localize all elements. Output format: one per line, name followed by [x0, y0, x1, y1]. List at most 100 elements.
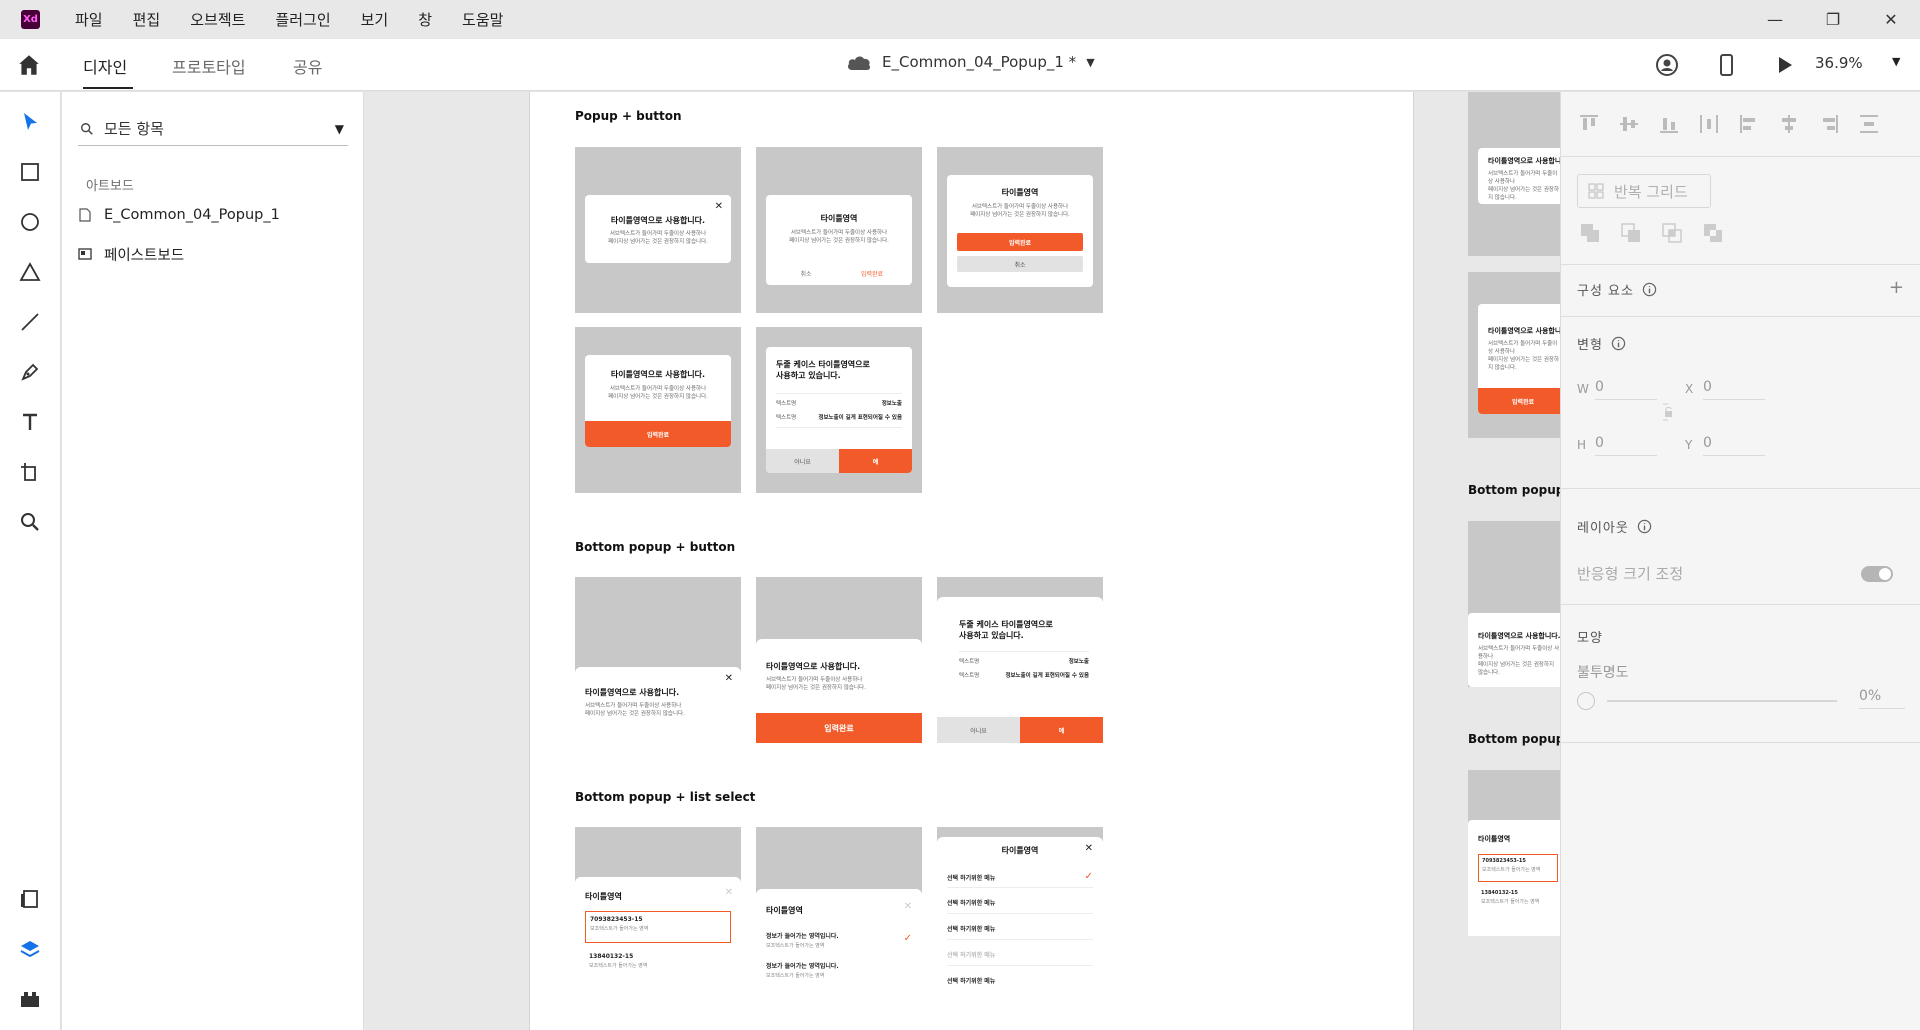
- popup-body: 서브텍스트가 들어가며 두줄이상 사용하나 페이지상 넘어가는 것은 권장하지 않…: [608, 386, 708, 400]
- layers-search[interactable]: 모든 항목 ▼: [78, 112, 348, 146]
- distribute-horizontal-icon[interactable]: [1697, 112, 1721, 136]
- responsive-resize-toggle[interactable]: [1861, 566, 1893, 582]
- list-item-selected: 7093823453-15 보조텍스트가 들어가는 영역: [585, 911, 731, 943]
- info-icon[interactable]: [1637, 519, 1652, 534]
- design-canvas[interactable]: Popup + button 타이틀영역으로 사용합니다. 서브텍스트가 들어가…: [364, 92, 1560, 1030]
- menu-edit[interactable]: 편집: [133, 9, 161, 30]
- side-section-title: Bottom popup +: [1468, 483, 1560, 497]
- menu-help[interactable]: 도움말: [462, 9, 503, 30]
- y-field[interactable]: 0: [1703, 435, 1765, 456]
- layer-artboard-item[interactable]: E_Common_04_Popup_1: [78, 201, 280, 229]
- bottom-popup-thumb-two-line[interactable]: 두줄 케이스 타이틀영역으로 사용하고 있습니다. 텍스트명 정보노출 텍스트명 정보…: [937, 577, 1103, 743]
- side-section-title: Bottom popup +: [1468, 732, 1560, 746]
- tab-design[interactable]: 디자인: [83, 54, 127, 78]
- close-icon: ✕: [1084, 843, 1093, 854]
- zoom-level[interactable]: 36.9%: [1815, 54, 1863, 72]
- home-icon[interactable]: [16, 52, 42, 78]
- width-field[interactable]: 0: [1595, 379, 1657, 400]
- layer-pasteboard-item[interactable]: 페이스트보드: [78, 240, 184, 268]
- artboard-tool-icon[interactable]: [18, 460, 42, 484]
- appearance-heading: 모양: [1577, 631, 1603, 646]
- boolean-subtract-icon[interactable]: [1620, 222, 1642, 244]
- search-filter-label: 모든 항목: [104, 120, 164, 138]
- list-item: 선택 하기위한 메뉴: [947, 978, 996, 985]
- artboard[interactable]: Popup + button 타이틀영역으로 사용합니다. 서브텍스트가 들어가…: [529, 92, 1414, 1030]
- ellipse-tool-icon[interactable]: [18, 210, 42, 234]
- align-bottom-icon[interactable]: [1657, 112, 1681, 136]
- side-artboard-thumb[interactable]: 타이틀영역으로 사용합니다. 서브텍스트가 들어가며 두줄이상 사용하나페이지상…: [1468, 521, 1560, 687]
- side-artboard-thumb[interactable]: 타이틀영역으로 사용합니다. 서브텍스트가 들어가며 두줄이상 사용하나페이지상…: [1468, 272, 1560, 438]
- confirm-button: 입력완료: [585, 421, 731, 447]
- menu-file[interactable]: 파일: [75, 9, 103, 30]
- boolean-exclude-icon[interactable]: [1702, 222, 1724, 244]
- close-button[interactable]: ✕: [1862, 0, 1920, 39]
- list-item-selected: 7093823453-15 보조텍스트가 들어가는 영역: [1478, 854, 1558, 882]
- opacity-slider-knob[interactable]: [1577, 692, 1595, 710]
- cancel-text-button: 취소: [800, 270, 812, 278]
- align-top-icon[interactable]: [1577, 112, 1601, 136]
- chevron-down-icon[interactable]: ▼: [335, 122, 344, 136]
- bottom-popup-thumb-close[interactable]: 타이틀영역으로 사용합니다. 서브텍스트가 들어가며 두줄이상 사용하나 페이지상…: [575, 577, 741, 743]
- bottom-popup-thumb-button[interactable]: 타이틀영역으로 사용합니다. 서브텍스트가 들어가며 두줄이상 사용하나 페이지상…: [756, 577, 922, 743]
- restore-button[interactable]: ❐: [1804, 0, 1862, 39]
- repeat-grid-button[interactable]: 반복 그리드: [1577, 174, 1711, 208]
- popup-thumb-text-buttons[interactable]: 타이틀영역 서브텍스트가 들어가며 두줄이상 사용하나 페이지상 넘어가는 것은 …: [756, 147, 922, 313]
- select-tool-icon[interactable]: [18, 110, 42, 134]
- document-title-dropdown[interactable]: E_Common_04_Popup_1 * ▼: [846, 53, 1095, 71]
- popup-card: 타이틀영역으로 사용합니다. 서브텍스트가 들어가며 두줄이상 사용하나페이지상…: [1478, 148, 1560, 204]
- distribute-vertical-icon[interactable]: [1857, 112, 1881, 136]
- x-field[interactable]: 0: [1703, 379, 1765, 400]
- rectangle-tool-icon[interactable]: [18, 160, 42, 184]
- boolean-intersect-icon[interactable]: [1661, 222, 1683, 244]
- transform-heading: 변형: [1577, 334, 1626, 353]
- align-right-icon[interactable]: [1817, 112, 1841, 136]
- line-tool-icon[interactable]: [18, 310, 42, 334]
- play-icon[interactable]: [1772, 53, 1796, 77]
- align-toolbar: [1577, 112, 1897, 136]
- align-left-icon[interactable]: [1737, 112, 1761, 136]
- list-popup-thumb-1[interactable]: 타이틀영역 ✕ 7093823453-15 보조텍스트가 들어가는 영역 1384…: [575, 827, 741, 993]
- layers-panel-icon[interactable]: [18, 937, 42, 961]
- add-component-icon[interactable]: +: [1889, 277, 1904, 298]
- list-popup-thumb-2[interactable]: 타이틀영역 ✕ 정보가 들어가는 영역입니다. 보조텍스트가 들어가는 영역 ✓ …: [756, 827, 922, 993]
- info-icon[interactable]: [1611, 336, 1626, 351]
- minimize-button[interactable]: —: [1746, 0, 1804, 39]
- list-popup-thumb-3[interactable]: 타이틀영역 ✕ 선택 하기위한 메뉴 ✓ 선택 하기위한 메뉴 선택 하기위한 …: [937, 827, 1103, 993]
- divider: [947, 913, 1093, 914]
- lock-aspect-icon[interactable]: [1661, 402, 1675, 422]
- user-share-icon[interactable]: [1655, 53, 1679, 77]
- text-tool-icon[interactable]: [18, 410, 42, 434]
- polygon-tool-icon[interactable]: [18, 260, 42, 284]
- popup-title: 타이틀영역으로 사용합니다.: [610, 370, 706, 379]
- info-icon[interactable]: [1642, 282, 1657, 297]
- layer-label: E_Common_04_Popup_1: [104, 207, 280, 223]
- menu-object[interactable]: 오브젝트: [190, 9, 245, 30]
- device-preview-icon[interactable]: [1714, 53, 1738, 77]
- divider: [947, 965, 1093, 966]
- menu-plugin[interactable]: 플러그인: [275, 9, 330, 30]
- assets-panel-icon[interactable]: [18, 887, 42, 911]
- boolean-add-icon[interactable]: [1579, 222, 1601, 244]
- zoom-tool-icon[interactable]: [18, 510, 42, 534]
- height-field[interactable]: 0: [1595, 435, 1657, 456]
- tab-prototype[interactable]: 프로토타입: [172, 54, 246, 78]
- side-artboard-thumb[interactable]: 타이틀영역으로 사용합니다. 서브텍스트가 들어가며 두줄이상 사용하나페이지상…: [1468, 92, 1560, 256]
- check-icon: ✓: [1084, 871, 1093, 882]
- menu-view[interactable]: 보기: [361, 9, 389, 30]
- align-center-icon[interactable]: [1777, 112, 1801, 136]
- popup-thumb-close[interactable]: 타이틀영역으로 사용합니다. 서브텍스트가 들어가며 두줄이상 사용하나 페이지상…: [575, 147, 741, 313]
- chevron-down-icon[interactable]: ▼: [1892, 55, 1900, 68]
- popup-thumb-full-button[interactable]: 타이틀영역으로 사용합니다. 서브텍스트가 들어가며 두줄이상 사용하나 페이지상…: [575, 327, 741, 493]
- cancel-button: 취소: [957, 256, 1083, 272]
- opacity-slider-track[interactable]: [1607, 700, 1837, 702]
- plugins-panel-icon[interactable]: [18, 987, 42, 1011]
- popup-thumb-stacked-buttons[interactable]: 타이틀영역 서브텍스트가 들어가며 두줄이상 사용하나 페이지상 넘어가는 것은 …: [937, 147, 1103, 313]
- align-middle-icon[interactable]: [1617, 112, 1641, 136]
- opacity-field[interactable]: 0%: [1859, 688, 1905, 709]
- pen-tool-icon[interactable]: [18, 360, 42, 384]
- menu-window[interactable]: 창: [418, 9, 432, 30]
- tab-share[interactable]: 공유: [293, 54, 322, 78]
- popup-body: 서브텍스트가 들어가며 두줄이상 사용하나 페이지상 넘어가는 것은 권장하지 않…: [608, 231, 708, 245]
- side-artboard-thumb[interactable]: 타이틀영역 7093823453-15 보조텍스트가 들어가는 영역 138401…: [1468, 770, 1560, 936]
- popup-thumb-two-line[interactable]: 두줄 케이스 타이틀영역으로 사용하고 있습니다. 텍스트명 정보노출 텍스트명 정보…: [756, 327, 922, 493]
